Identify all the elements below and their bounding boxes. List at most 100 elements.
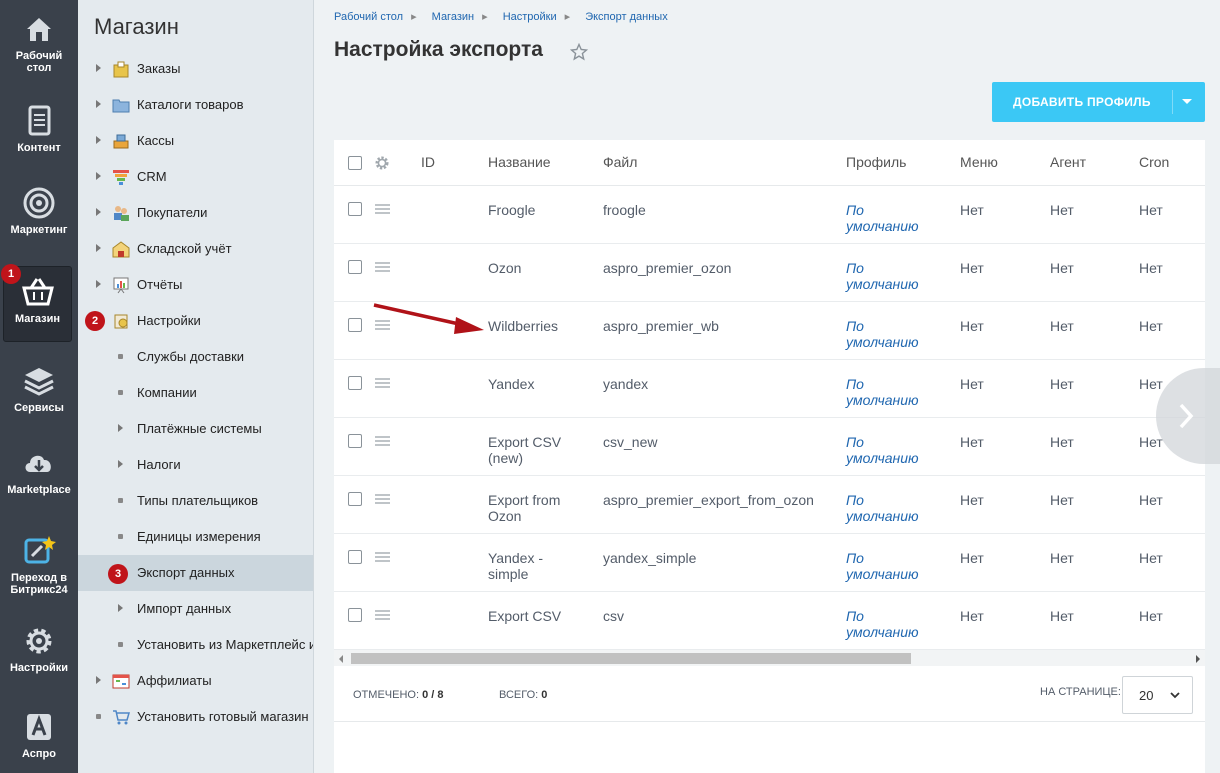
scrollbar-thumb[interactable] <box>351 653 911 664</box>
leftbar-item-content[interactable]: Контент <box>0 104 78 154</box>
add-profile-button[interactable]: ДОБАВИТЬ ПРОФИЛЬ <box>992 82 1205 122</box>
profile-link[interactable]: По умолчанию <box>846 376 919 408</box>
profile-link[interactable]: По умолчанию <box>846 492 919 524</box>
menu-item-crm[interactable]: CRM <box>78 159 313 195</box>
expand-arrow-icon[interactable] <box>96 136 101 144</box>
scroll-left-icon[interactable] <box>339 655 343 663</box>
profile-link[interactable]: По умолчанию <box>846 318 919 350</box>
menu-item-warehouse[interactable]: Складской учёт <box>78 231 313 267</box>
cell-name[interactable]: Ozon <box>488 260 521 276</box>
leftbar-item-marketplace[interactable]: Marketplace <box>0 446 78 496</box>
profile-link[interactable]: По умолчанию <box>846 608 919 640</box>
favorite-star-icon[interactable] <box>570 43 588 61</box>
column-header-agent[interactable]: Агент <box>1050 154 1086 170</box>
profile-link[interactable]: По умолчанию <box>846 434 919 466</box>
menu-title: Магазин <box>94 14 179 39</box>
select-all-checkbox[interactable] <box>348 156 362 170</box>
expand-arrow-icon[interactable] <box>118 460 123 468</box>
menu-item-orders[interactable]: Заказы <box>78 51 313 87</box>
column-header-profile[interactable]: Профиль <box>846 154 906 170</box>
drag-handle-icon[interactable] <box>375 494 390 504</box>
expand-arrow-icon[interactable] <box>96 172 101 180</box>
profile-link[interactable]: По умолчанию <box>846 260 919 292</box>
grid-footer: ОТМЕЧЕНО: 0 / 8 ВСЕГО: 0 НА СТРАНИЦЕ: 20 <box>334 668 1205 722</box>
table-row[interactable]: Ozon aspro_premier_ozon По умолчанию Нет Нет Н… <box>334 244 1205 302</box>
expand-arrow-icon[interactable] <box>96 244 101 252</box>
profile-link[interactable]: По умолчанию <box>846 202 919 234</box>
menu-item-companies[interactable]: Компании <box>78 375 313 411</box>
leftbar-item-bitrix24[interactable]: Переход в Битрикс24 <box>0 534 78 596</box>
leftbar-item-aspro[interactable]: Аспро <box>0 710 78 760</box>
leftbar-item-marketing[interactable]: Маркетинг <box>0 186 78 236</box>
expand-arrow-icon[interactable] <box>96 64 101 72</box>
expand-arrow-icon[interactable] <box>96 280 101 288</box>
menu-item-delivery[interactable]: Службы доставки <box>78 339 313 375</box>
table-row[interactable]: Export CSV csv По умолчанию Нет Нет Нет <box>334 592 1205 650</box>
profile-link-line: умолчанию <box>846 334 919 350</box>
leftbar-item-settings[interactable]: Настройки <box>0 624 78 674</box>
drag-handle-icon[interactable] <box>375 552 390 562</box>
menu-item-catalogs[interactable]: Каталоги товаров <box>78 87 313 123</box>
cell-name[interactable]: Froogle <box>488 202 535 218</box>
drag-handle-icon[interactable] <box>375 204 390 214</box>
menu-item-data-import[interactable]: Импорт данных <box>78 591 313 627</box>
menu-item-affiliates[interactable]: Аффилиаты <box>78 663 313 699</box>
table-row[interactable]: Export CSV (new) csv_new По умолчанию Нет Нет Н… <box>334 418 1205 476</box>
menu-item-payment-systems[interactable]: Платёжные системы <box>78 411 313 447</box>
expand-arrow-icon[interactable] <box>118 424 123 432</box>
leftbar-item-services[interactable]: Сервисы <box>0 364 78 414</box>
horizontal-scrollbar[interactable] <box>334 650 1205 666</box>
cell-name[interactable]: Wildberries <box>488 318 558 334</box>
leftbar-item-desktop[interactable]: Рабочий стол <box>0 12 78 74</box>
menu-item-taxes[interactable]: Налоги <box>78 447 313 483</box>
column-header-menu[interactable]: Меню <box>960 154 998 170</box>
drag-handle-icon[interactable] <box>375 378 390 388</box>
menu-item-install-shop[interactable]: Установить готовый магазин <box>78 699 313 735</box>
column-header-id[interactable]: ID <box>421 154 435 170</box>
drag-handle-icon[interactable] <box>375 262 390 272</box>
row-checkbox[interactable] <box>348 202 362 216</box>
cell-name[interactable]: Yandex <box>488 376 534 392</box>
menu-item-payer-types[interactable]: Типы плательщиков <box>78 483 313 519</box>
row-checkbox[interactable] <box>348 376 362 390</box>
column-header-file[interactable]: Файл <box>603 154 637 170</box>
expand-arrow-icon[interactable] <box>96 208 101 216</box>
profile-link[interactable]: По умолчанию <box>846 550 919 582</box>
row-checkbox[interactable] <box>348 434 362 448</box>
cell-name[interactable]: Yandex - simple <box>488 550 543 582</box>
per-page-select[interactable]: 20 <box>1122 676 1193 714</box>
row-checkbox[interactable] <box>348 550 362 564</box>
cell-name[interactable]: Export CSV <box>488 608 561 624</box>
breadcrumb-link[interactable]: Рабочий стол <box>334 11 403 23</box>
table-row[interactable]: Yandex - simple yandex_simple По умолчанию Не… <box>334 534 1205 592</box>
menu-item-install-marketplace[interactable]: Установить из Маркетплейс и <box>78 627 313 663</box>
menu-item-reports[interactable]: Отчёты <box>78 267 313 303</box>
menu-item-cashboxes[interactable]: Кассы <box>78 123 313 159</box>
column-header-name[interactable]: Название <box>488 154 551 170</box>
menu-item-settings[interactable]: Настройки <box>78 303 313 339</box>
gear-icon[interactable] <box>375 156 389 170</box>
cell-cron: Нет <box>1139 608 1163 624</box>
chevron-down-icon[interactable] <box>1182 99 1192 104</box>
table-row[interactable]: Export from Ozon aspro_premier_export_from… <box>334 476 1205 534</box>
scroll-right-icon[interactable] <box>1196 655 1200 663</box>
expand-arrow-icon[interactable] <box>118 604 123 612</box>
cell-name[interactable]: Export from Ozon <box>488 492 560 524</box>
expand-arrow-icon[interactable] <box>96 100 101 108</box>
menu-item-customers[interactable]: Покупатели <box>78 195 313 231</box>
breadcrumb-link[interactable]: Магазин <box>432 11 474 23</box>
table-row[interactable]: Froogle froogle По умолчанию Нет Нет Нет <box>334 186 1205 244</box>
row-checkbox[interactable] <box>348 492 362 506</box>
row-checkbox[interactable] <box>348 608 362 622</box>
breadcrumb-link[interactable]: Экспорт данных <box>585 11 667 23</box>
row-checkbox[interactable] <box>348 318 362 332</box>
cell-name[interactable]: Export CSV (new) <box>488 434 561 466</box>
expand-arrow-icon[interactable] <box>96 676 101 684</box>
drag-handle-icon[interactable] <box>375 610 390 620</box>
breadcrumb-link[interactable]: Настройки <box>503 11 557 23</box>
menu-item-units[interactable]: Единицы измерения <box>78 519 313 555</box>
column-header-cron[interactable]: Cron <box>1139 154 1169 170</box>
table-row[interactable]: Yandex yandex По умолчанию Нет Нет Нет <box>334 360 1205 418</box>
row-checkbox[interactable] <box>348 260 362 274</box>
drag-handle-icon[interactable] <box>375 436 390 446</box>
